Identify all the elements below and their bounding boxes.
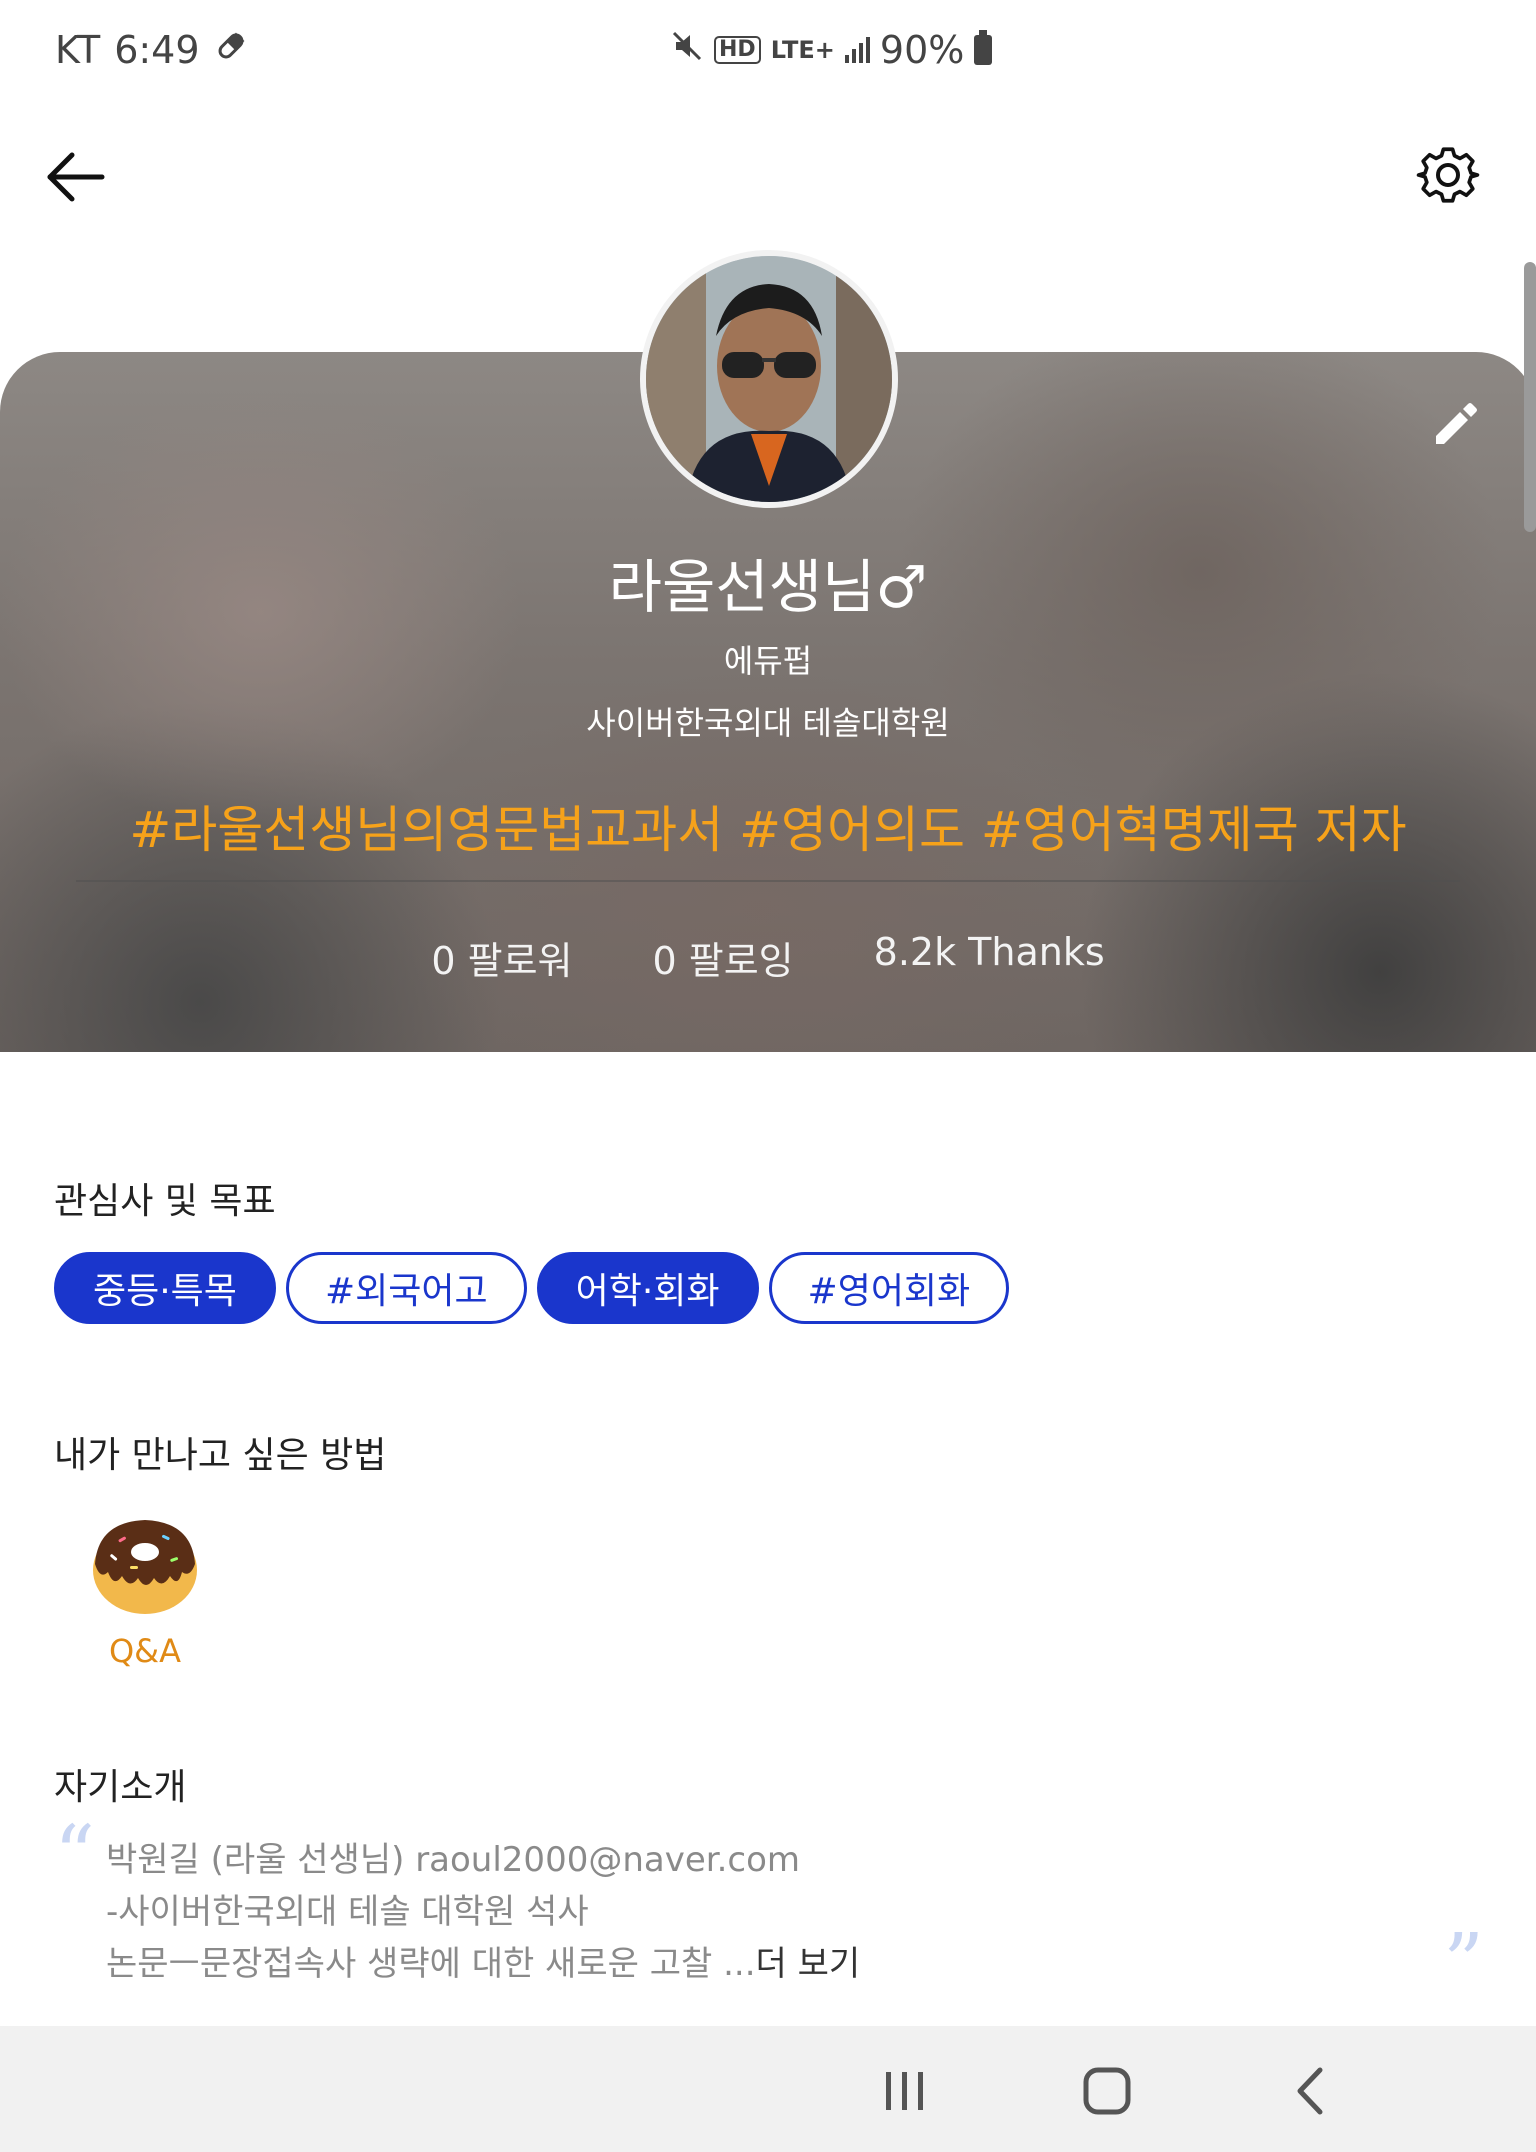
recents-icon: [886, 2072, 923, 2110]
network-type: LTE+: [770, 36, 835, 64]
intro-block: “ 박원길 (라울 선생님) raoul2000@naver.com -사이버한…: [54, 1808, 1484, 2003]
recent-apps-button[interactable]: [870, 2056, 940, 2126]
system-back-button[interactable]: [1276, 2056, 1346, 2126]
profile-stats: 0 팔로워 0 팔로잉 8.2k Thanks: [0, 930, 1536, 985]
home-button[interactable]: [1072, 2056, 1142, 2126]
interest-chips: 중등·특목 #외국어고 어학·회화 #영어회화: [54, 1252, 1010, 1324]
status-right: HD LTE+ 90%: [670, 28, 993, 72]
mute-icon: [670, 28, 704, 72]
signal-icon: [844, 37, 870, 63]
meet-option-label: Q&A: [108, 1632, 182, 1670]
status-left: KT 6:49: [55, 28, 248, 72]
chevron-left-icon: [1297, 2067, 1323, 2115]
profile-avatar[interactable]: [640, 250, 898, 508]
quote-close-icon: ”: [1443, 1916, 1484, 2009]
meet-option-qa[interactable]: Q&A: [90, 1508, 200, 1670]
header-divider: [76, 880, 1460, 882]
donut-icon: [93, 1520, 197, 1614]
battery-percent: 90%: [879, 28, 965, 72]
intro-line-3: 논문ㅡ문장접속사 생략에 대한 새로운 고찰 ...더 보기: [106, 1936, 860, 1985]
chip-english-conversation[interactable]: #영어회화: [768, 1252, 1010, 1324]
status-bar: KT 6:49 HD LTE+ 90%: [0, 0, 1536, 100]
clock: 6:49: [114, 28, 200, 72]
chip-middle-school[interactable]: 중등·특목: [54, 1252, 276, 1324]
home-icon: [1083, 2067, 1131, 2115]
intro-title: 자기소개: [54, 1767, 187, 1808]
quote-open-icon: “: [54, 1808, 95, 1901]
meet-title: 내가 만나고 싶은 방법: [54, 1435, 387, 1476]
following-count[interactable]: 0 팔로잉: [653, 930, 794, 985]
pill-icon: [214, 28, 248, 72]
intro-line-1: 박원길 (라울 선생님) raoul2000@naver.com: [106, 1840, 801, 1880]
profile-name: 라울선생님♂: [608, 553, 928, 621]
system-nav-bar: [0, 2026, 1536, 2152]
settings-button[interactable]: [1415, 142, 1485, 212]
carrier-label: KT: [55, 28, 101, 72]
followers-count[interactable]: 0 팔로워: [431, 930, 572, 985]
interests-title: 관심사 및 목표: [54, 1181, 276, 1222]
thanks-count[interactable]: 8.2k Thanks: [874, 930, 1105, 985]
arrow-left-icon: [47, 152, 105, 202]
gear-icon: [1416, 147, 1480, 203]
hd-badge: HD: [714, 36, 761, 64]
chip-language-conversation[interactable]: 어학·회화: [536, 1252, 759, 1324]
scrollbar-thumb[interactable]: [1524, 262, 1536, 532]
read-more-link[interactable]: 더 보기: [756, 1944, 861, 1984]
back-button[interactable]: [44, 145, 114, 215]
battery-icon: [974, 30, 993, 65]
profile-hashtags: #라울선생님의영문법교과서 #영어의도 #영어혁명제국 저자: [129, 801, 1407, 859]
pencil-icon: [1436, 403, 1477, 444]
intro-line-3-text: 논문ㅡ문장접속사 생략에 대한 새로운 고찰 ...: [106, 1944, 756, 1984]
profile-organization: 에듀펍: [723, 642, 813, 680]
profile-school: 사이버한국외대 테솔대학원: [586, 704, 950, 742]
avatar-photo: [646, 256, 892, 502]
intro-line-2: -사이버한국외대 테솔 대학원 석사: [106, 1892, 589, 1932]
edit-profile-button[interactable]: [1428, 396, 1488, 456]
chip-foreign-language-hs[interactable]: #외국어고: [285, 1252, 527, 1324]
